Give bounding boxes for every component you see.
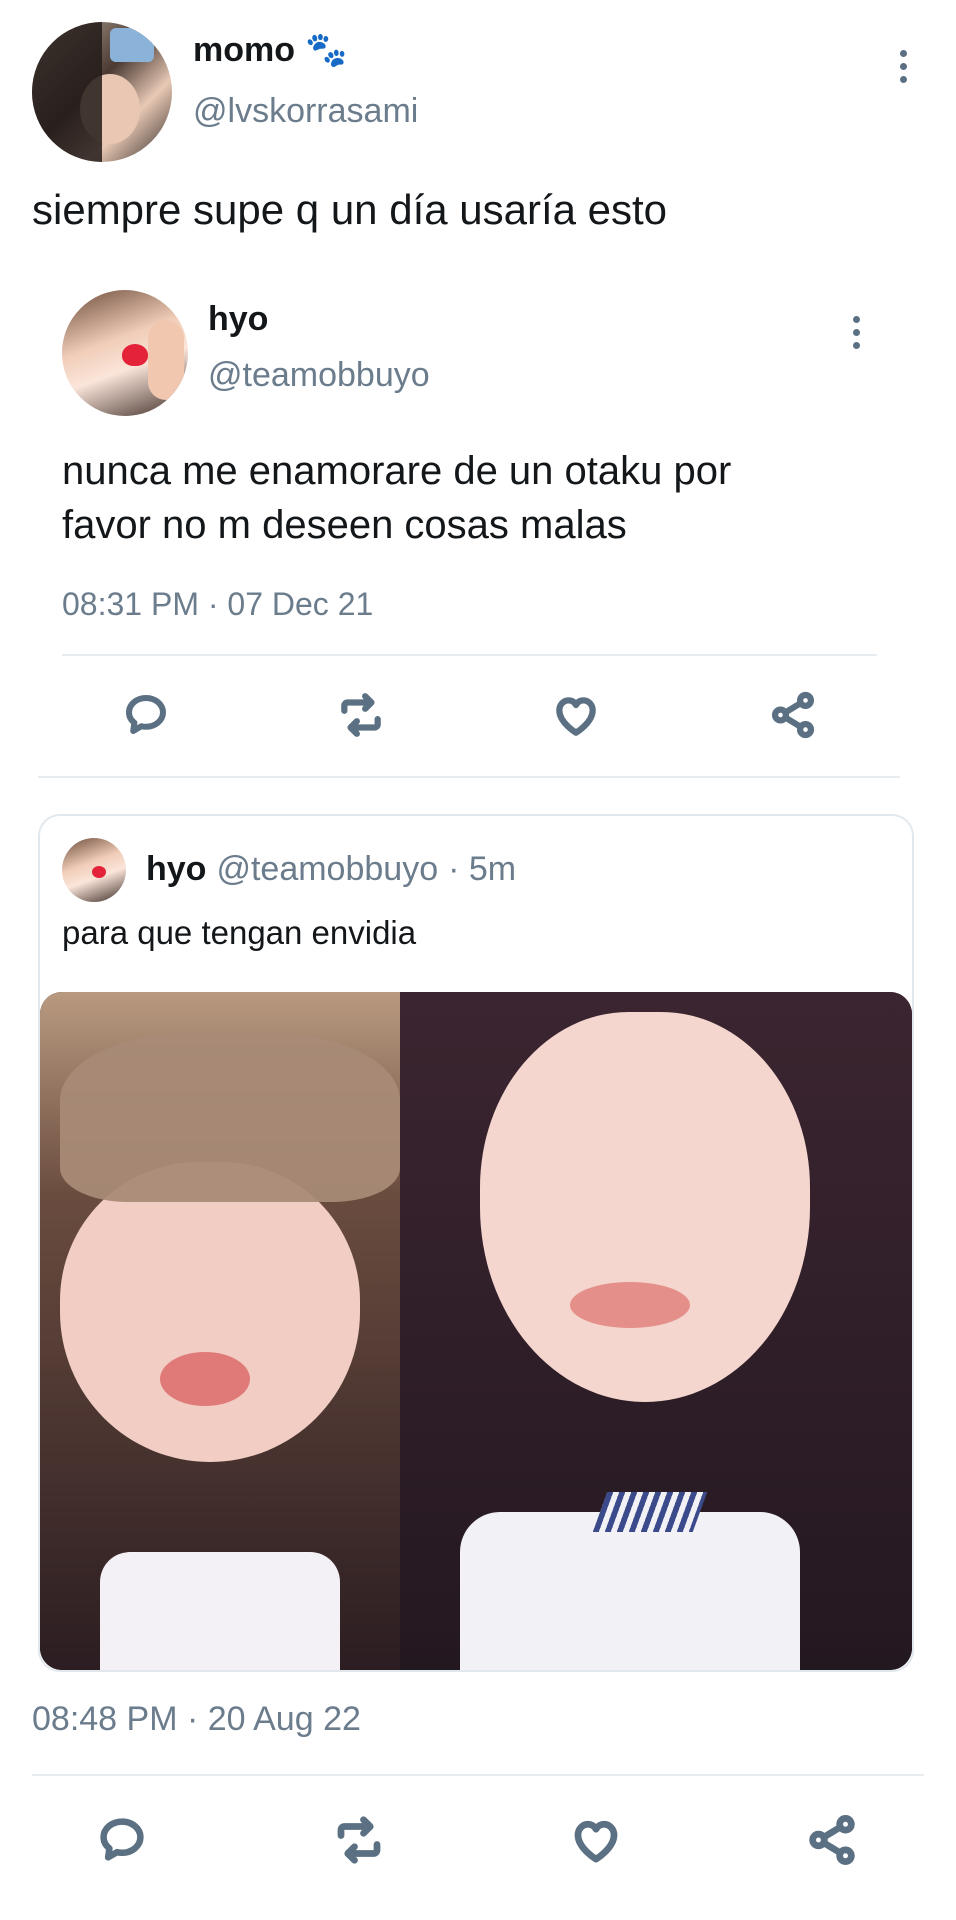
main-timestamp: 08:48 PM · 20 Aug 22 (32, 1700, 361, 1738)
embedded-handle[interactable]: @teamobbuyo (208, 356, 430, 395)
quoted-handle[interactable]: @teamobbuyo (216, 850, 438, 889)
quoted-tweet-text: para que tengan envidia (62, 914, 417, 951)
embedded-tweet-text: nunca me enamorare de un otaku por favor… (62, 449, 732, 547)
main-author[interactable]: momo 🐾 (193, 30, 347, 70)
embedded-display-name[interactable]: hyo (208, 300, 268, 339)
quoted-avatar[interactable] (62, 838, 126, 902)
retweet-icon (341, 693, 381, 737)
embedded-reply-button[interactable] (118, 687, 174, 743)
paw-emoji: 🐾 (305, 30, 348, 70)
main-reply-button[interactable] (94, 1812, 150, 1868)
quoted-photo[interactable] (40, 992, 912, 1670)
like-icon (574, 1820, 618, 1863)
embedded-share-button[interactable] (765, 687, 821, 743)
main-retweet-button[interactable] (331, 1812, 387, 1868)
main-display-name[interactable]: momo (193, 31, 295, 70)
quoted-author-line: hyo @teamobbuyo · 5m (146, 850, 516, 889)
main-divider (32, 1774, 924, 1776)
section-divider (38, 776, 900, 778)
quoted-display-name[interactable]: hyo (146, 850, 206, 889)
embedded-avatar[interactable] (62, 290, 188, 416)
quoted-age: · 5m (448, 850, 517, 888)
like-icon (556, 697, 596, 736)
embedded-more-options-icon[interactable] (846, 316, 866, 349)
quoted-tweet-card[interactable]: hyo @teamobbuyo · 5m para que tengan env… (38, 814, 914, 1672)
share-icon (771, 691, 815, 739)
embedded-like-button[interactable] (548, 687, 604, 743)
main-avatar[interactable] (32, 22, 172, 162)
more-options-icon[interactable] (893, 50, 913, 83)
reply-icon (100, 1818, 144, 1861)
main-share-button[interactable] (804, 1812, 860, 1868)
reply-icon (126, 695, 166, 734)
retweet-icon (337, 1816, 381, 1864)
embedded-divider (62, 654, 877, 656)
main-like-button[interactable] (568, 1812, 624, 1868)
main-tweet-text: siempre supe q un día usaría esto (32, 186, 668, 233)
share-icon (809, 1815, 855, 1865)
embedded-timestamp: 08:31 PM · 07 Dec 21 (62, 586, 374, 622)
main-handle[interactable]: @lvskorrasami (193, 92, 418, 131)
embedded-retweet-button[interactable] (333, 687, 389, 743)
